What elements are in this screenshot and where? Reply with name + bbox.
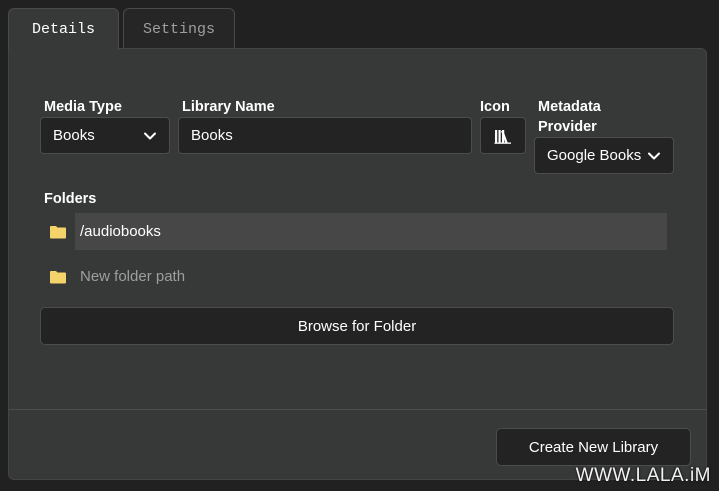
metadata-provider-value: Google Books (547, 147, 642, 164)
media-type-value: Books (53, 127, 95, 144)
library-name-input[interactable]: Books (178, 117, 472, 154)
media-type-label: Media Type (44, 99, 122, 115)
create-library-label: Create New Library (528, 438, 659, 456)
details-panel: Media Type Books Library Name Books Icon… (8, 48, 707, 480)
library-name-label: Library Name (182, 99, 275, 115)
watermark-text: WWW.LALA.iM (575, 465, 711, 486)
tab-settings[interactable]: Settings (123, 8, 235, 49)
icon-label: Icon (480, 99, 510, 115)
browse-folder-label: Browse for Folder (297, 317, 417, 335)
folder-icon (50, 270, 66, 283)
folder-list-item[interactable]: /audiobooks (49, 213, 667, 250)
footer-divider (9, 409, 706, 410)
folder-icon (50, 225, 66, 238)
tab-details[interactable]: Details (8, 8, 119, 50)
tab-settings-label: Settings (142, 20, 215, 38)
tab-details-label: Details (31, 21, 95, 38)
folder-path-value: /audiobooks (80, 223, 161, 240)
browse-folder-button[interactable]: Browse for Folder (40, 307, 674, 345)
media-type-select[interactable]: Books (40, 117, 170, 154)
chevron-down-icon (144, 132, 156, 139)
create-library-button[interactable]: Create New Library (496, 428, 691, 466)
new-folder-row[interactable]: New folder path (49, 258, 667, 295)
metadata-provider-select[interactable]: Google Books (534, 137, 674, 174)
new-folder-placeholder: New folder path (80, 268, 186, 285)
folder-path-field[interactable]: /audiobooks (75, 213, 667, 250)
metadata-provider-label: Metadata Provider (538, 99, 601, 135)
folders-label: Folders (44, 191, 97, 207)
chevron-down-icon (648, 152, 660, 159)
icon-picker-button[interactable] (480, 117, 526, 154)
library-name-value: Books (191, 127, 233, 144)
new-folder-path-input[interactable]: New folder path (75, 258, 667, 295)
books-icon (494, 129, 511, 144)
